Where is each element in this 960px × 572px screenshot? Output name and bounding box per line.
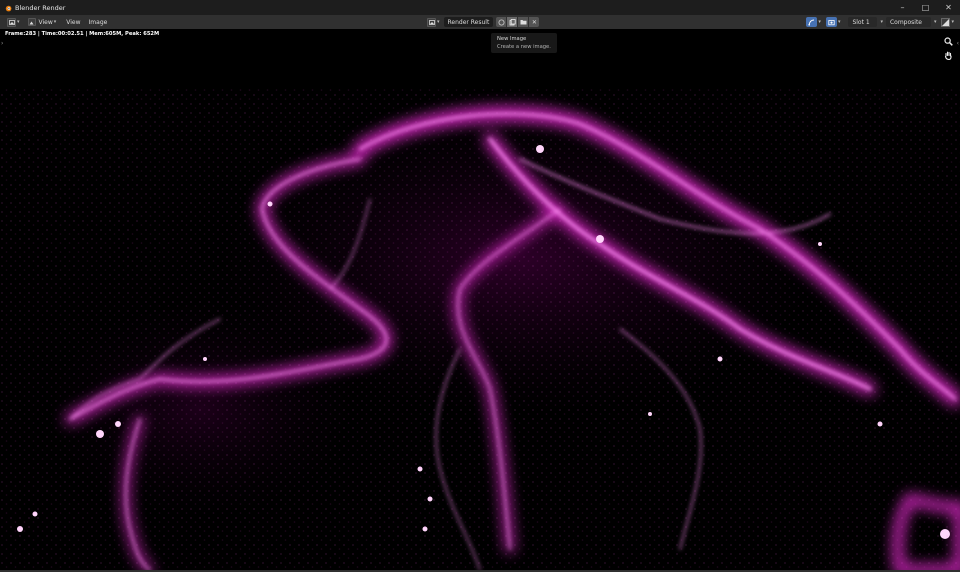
render-layer-dropdown[interactable]: Composite <box>885 17 931 27</box>
render-stats: Frame:283 | Time:00:02.51 | Mem:605M, Pe… <box>5 31 160 37</box>
overlay-button[interactable] <box>825 17 837 27</box>
chevron-down-icon: ▾ <box>437 19 440 25</box>
overlay-icon <box>828 19 835 25</box>
toolbar-expand-arrow-icon[interactable]: › <box>1 40 3 47</box>
image-selector: ▾ Render Result ✕ <box>425 17 540 27</box>
render-layer-label: Composite <box>889 18 922 26</box>
render-viewport[interactable] <box>0 29 960 570</box>
color-alpha-icon <box>941 17 951 27</box>
header-right-tools: ▾ ▾ Slot 1 ▾ Composite ▾ ▾ <box>806 17 956 27</box>
window-controls: – □ ✕ <box>891 0 960 15</box>
title-bar: Blender Render – □ ✕ <box>0 0 960 15</box>
chevron-down-icon: ▾ <box>880 19 883 25</box>
tooltip-title: New Image <box>497 36 527 42</box>
window-title: Blender Render <box>15 3 66 12</box>
render-result-image <box>0 29 960 570</box>
slot-label: Slot 1 <box>852 18 870 26</box>
new-image-button[interactable] <box>507 17 518 27</box>
x-icon: ✕ <box>531 18 537 26</box>
chevron-down-icon: ▾ <box>951 19 954 25</box>
view-mode-icon <box>27 18 36 26</box>
shield-icon <box>498 19 505 25</box>
sidebar-expand-arrow-icon[interactable]: ‹ <box>957 40 959 47</box>
blender-logo-icon <box>4 4 12 12</box>
open-image-button[interactable] <box>518 17 529 27</box>
slot-dropdown[interactable]: Slot 1 <box>848 17 878 27</box>
pan-hand-icon[interactable] <box>943 50 954 61</box>
chevron-down-icon: ▾ <box>17 19 20 25</box>
curve-icon <box>808 19 815 26</box>
close-icon[interactable]: ✕ <box>937 0 960 15</box>
editor-type-button[interactable]: ▾ <box>5 17 22 27</box>
sample-tool-button[interactable] <box>806 17 818 27</box>
browse-image-button[interactable]: ▾ <box>425 17 442 27</box>
duplicate-icon <box>509 18 516 25</box>
view-mode-label: View <box>38 18 53 26</box>
fake-user-button[interactable] <box>496 17 507 27</box>
chevron-down-icon: ▾ <box>53 19 57 25</box>
tooltip: New Image Create a new image. <box>491 33 557 53</box>
unlink-image-button[interactable]: ✕ <box>529 17 540 27</box>
image-editor-icon <box>7 17 16 27</box>
editor-header: ▾ View ▾ View Image ▾ Render Result ✕ ▾ … <box>0 15 960 29</box>
minimize-icon[interactable]: – <box>891 0 914 15</box>
display-channels-button[interactable]: ▾ <box>939 17 956 27</box>
browse-image-icon <box>427 17 436 27</box>
folder-icon <box>520 20 527 25</box>
menu-view[interactable]: View <box>62 17 84 27</box>
view-mode-button[interactable]: View ▾ <box>26 17 59 27</box>
image-name-field[interactable]: Render Result <box>443 17 494 27</box>
menu-image[interactable]: Image <box>85 17 112 27</box>
tooltip-description: Create a new image. <box>497 44 551 50</box>
chevron-down-icon: ▾ <box>933 19 937 25</box>
zoom-icon[interactable] <box>943 36 954 47</box>
maximize-icon[interactable]: □ <box>914 0 937 15</box>
chevron-down-icon: ▾ <box>818 19 821 25</box>
chevron-down-icon: ▾ <box>837 19 841 25</box>
